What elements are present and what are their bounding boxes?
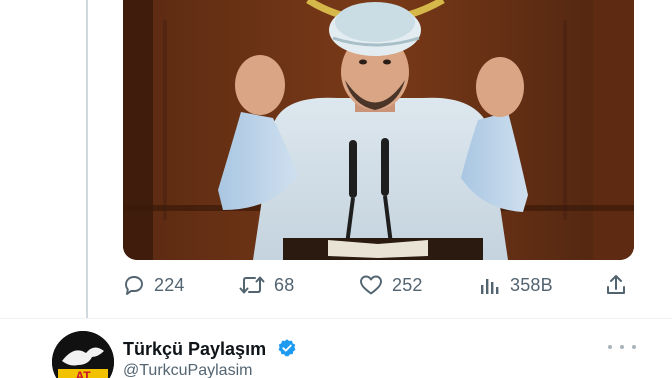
views-chart-icon bbox=[478, 273, 502, 297]
retweet-button[interactable]: 68 bbox=[238, 266, 294, 304]
next-tweet[interactable]: AT Türkçü Paylaşım @TurkcuPaylasim bbox=[0, 319, 672, 378]
share-icon bbox=[604, 273, 628, 297]
verified-badge-icon bbox=[278, 339, 296, 357]
more-options-button[interactable] bbox=[608, 340, 636, 354]
reply-button[interactable]: 224 bbox=[122, 266, 185, 304]
heart-icon bbox=[358, 273, 384, 297]
like-count: 252 bbox=[392, 274, 423, 295]
thread-connector-line bbox=[86, 0, 88, 318]
reply-count: 224 bbox=[154, 274, 185, 295]
views-count: 358B bbox=[510, 274, 553, 295]
views-button[interactable]: 358B bbox=[478, 266, 553, 304]
avatar[interactable]: AT bbox=[52, 331, 114, 378]
author-name[interactable]: Türkçü Paylaşım bbox=[123, 339, 266, 360]
video-still-icon bbox=[123, 0, 634, 260]
reply-icon bbox=[122, 273, 146, 297]
tweet-thread-view: 224 68 252 358B AT Türkçü Paylaşım @Turk… bbox=[0, 0, 672, 378]
tweet-video-media[interactable] bbox=[123, 0, 634, 260]
share-button[interactable] bbox=[604, 266, 636, 304]
avatar-text: AT bbox=[75, 369, 91, 378]
avatar-logo-icon: AT bbox=[52, 331, 114, 378]
more-options-icon bbox=[608, 345, 612, 349]
retweet-count: 68 bbox=[274, 274, 295, 295]
like-button[interactable]: 252 bbox=[358, 266, 423, 304]
tweet-action-bar: 224 68 252 358B bbox=[120, 266, 640, 304]
retweet-icon bbox=[238, 273, 266, 297]
author-handle[interactable]: @TurkcuPaylasim bbox=[123, 362, 252, 378]
